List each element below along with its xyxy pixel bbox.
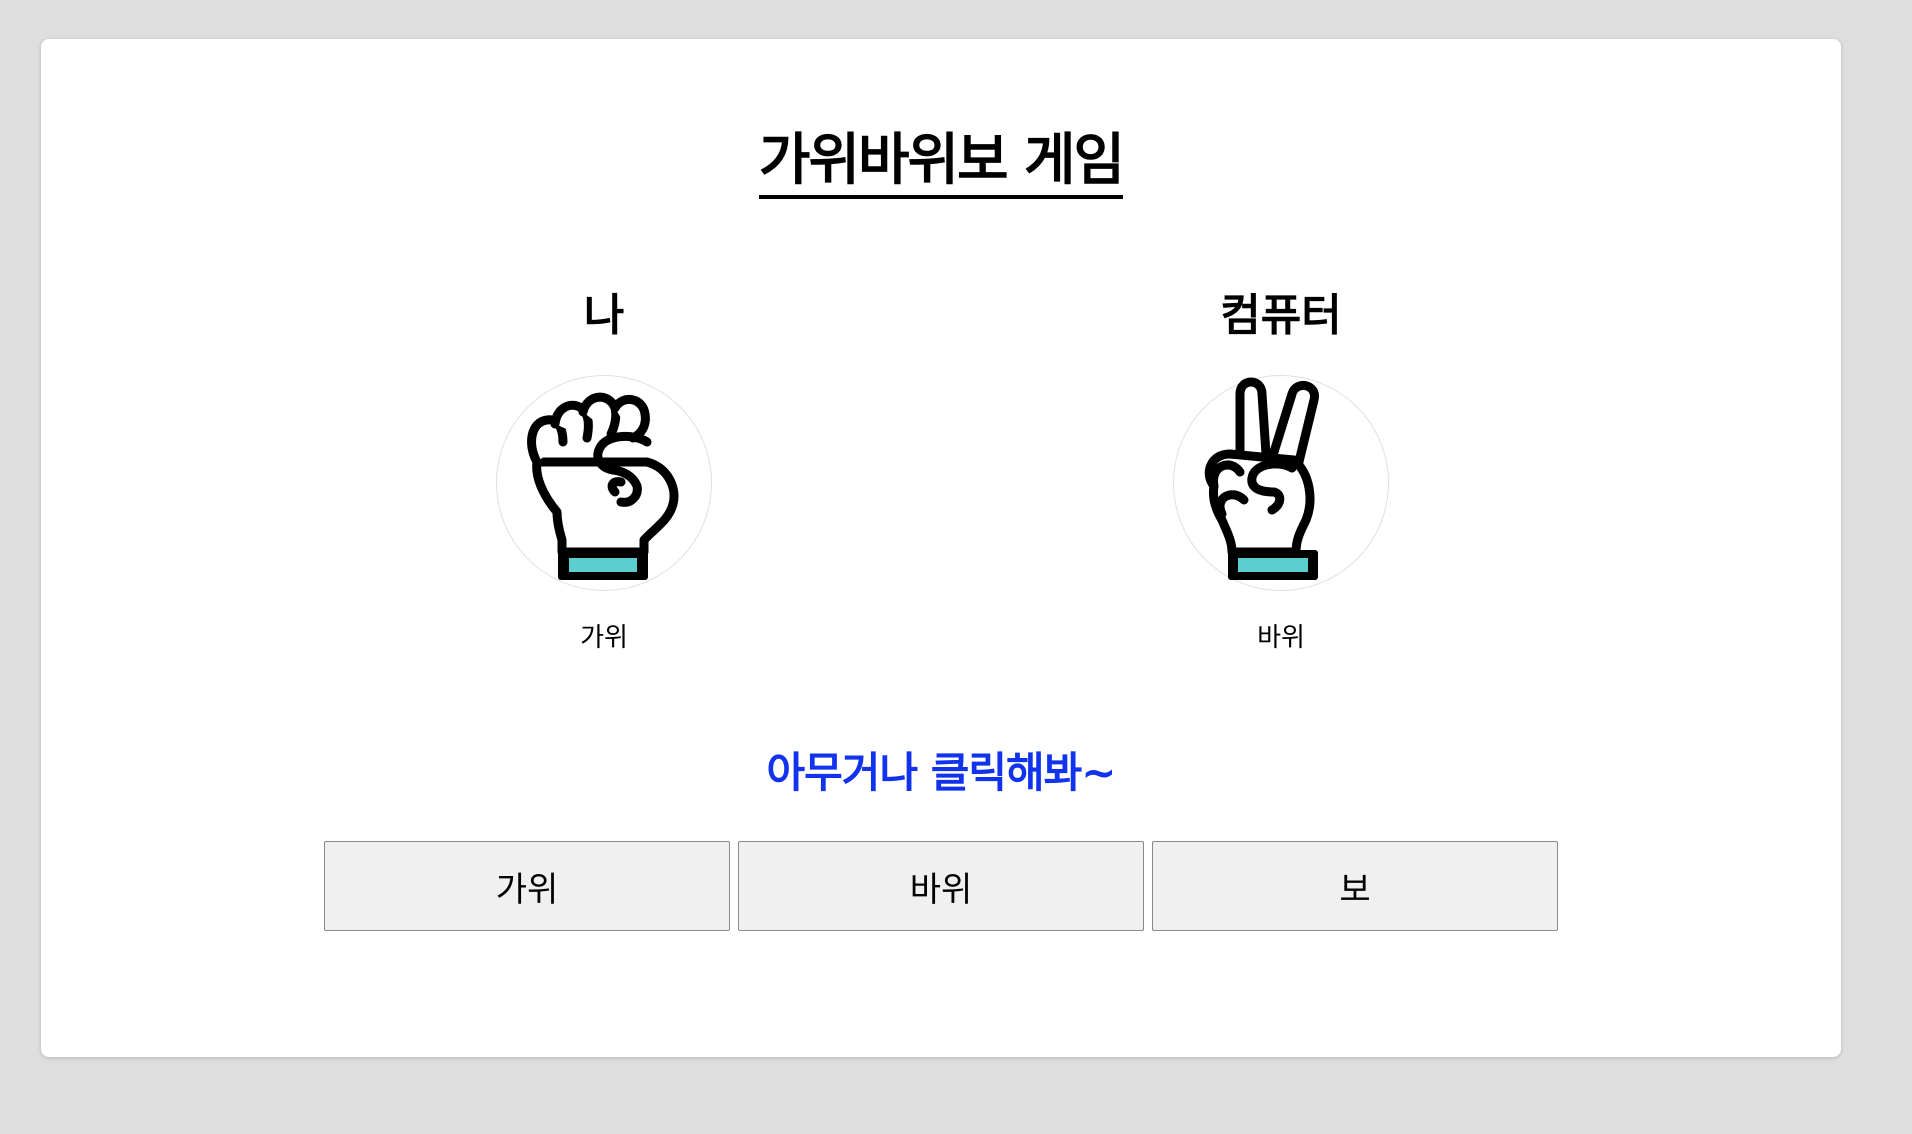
player-computer-hand-frame (1173, 375, 1389, 591)
player-me-panel: 나 가위 (454, 281, 754, 654)
victory-hand-icon (1204, 377, 1319, 580)
player-me-hand-frame (496, 375, 712, 591)
page-title: 가위바위보 게임 (41, 127, 1841, 199)
choice-buttons: 가위 바위 보 (324, 841, 1558, 931)
player-computer-name: 컴퓨터 (1220, 290, 1342, 341)
scissors-button[interactable]: 가위 (324, 841, 730, 931)
player-me-name: 나 (583, 290, 625, 341)
player-computer-choice: 바위 (1257, 623, 1305, 653)
player-computer-panel: 컴퓨터 바위 (1131, 281, 1431, 654)
game-card: 가위바위보 게임 나 가위 컴퓨터 바위 아무거나 클릭해봐~ 가위 바위 보 (41, 39, 1841, 1057)
player-me-choice: 가위 (580, 623, 628, 653)
status-message: 아무거나 클릭해봐~ (766, 748, 1117, 797)
paper-button[interactable]: 보 (1152, 841, 1558, 931)
rock-button[interactable]: 바위 (738, 841, 1144, 931)
fist-hand-icon (527, 392, 679, 580)
